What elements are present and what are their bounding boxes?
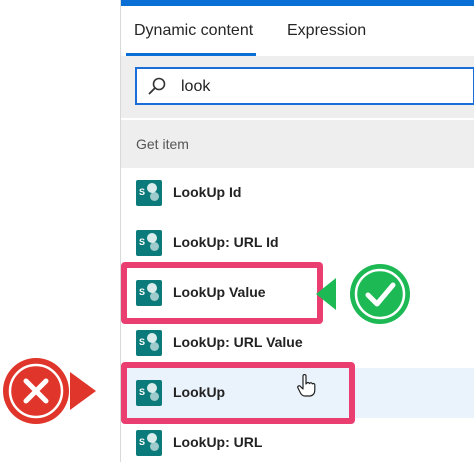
search-input[interactable]	[181, 76, 461, 98]
search-icon	[148, 77, 166, 95]
search-box[interactable]	[135, 67, 474, 105]
search-area	[121, 56, 474, 118]
sharepoint-icon: S	[136, 180, 162, 206]
cross-callout-icon	[3, 358, 96, 424]
tab-expression[interactable]: Expression	[287, 22, 366, 40]
stage: Dynamic content Expression Get item S Lo…	[0, 0, 474, 462]
section-header: Get item	[121, 120, 474, 168]
tab-bar: Dynamic content Expression	[121, 10, 474, 56]
list-item-lookup-url-id[interactable]: S LookUp: URL Id	[121, 218, 474, 268]
list-item-label: LookUp: URL Id	[173, 234, 279, 250]
sharepoint-icon: S	[136, 330, 162, 356]
list-item-lookup-url[interactable]: S LookUp: URL	[121, 418, 474, 462]
list-item-lookup-url-value[interactable]: S LookUp: URL Value	[121, 318, 474, 368]
section-title: Get item	[136, 136, 189, 152]
correct-highlight-box	[121, 262, 323, 324]
panel-accent-bar	[121, 0, 474, 6]
hand-cursor-icon	[297, 374, 316, 397]
sharepoint-icon: S	[136, 230, 162, 256]
list-item-label: LookUp: URL	[173, 434, 263, 450]
list-item-label: LookUp Id	[173, 184, 242, 200]
sharepoint-icon: S	[136, 430, 162, 456]
checkmark-callout-icon	[316, 264, 410, 324]
tab-dynamic-content[interactable]: Dynamic content	[134, 22, 253, 40]
incorrect-highlight-box	[121, 362, 355, 424]
list-item-label: LookUp: URL Value	[173, 334, 303, 350]
list-item-lookup-id[interactable]: S LookUp Id	[121, 168, 474, 218]
